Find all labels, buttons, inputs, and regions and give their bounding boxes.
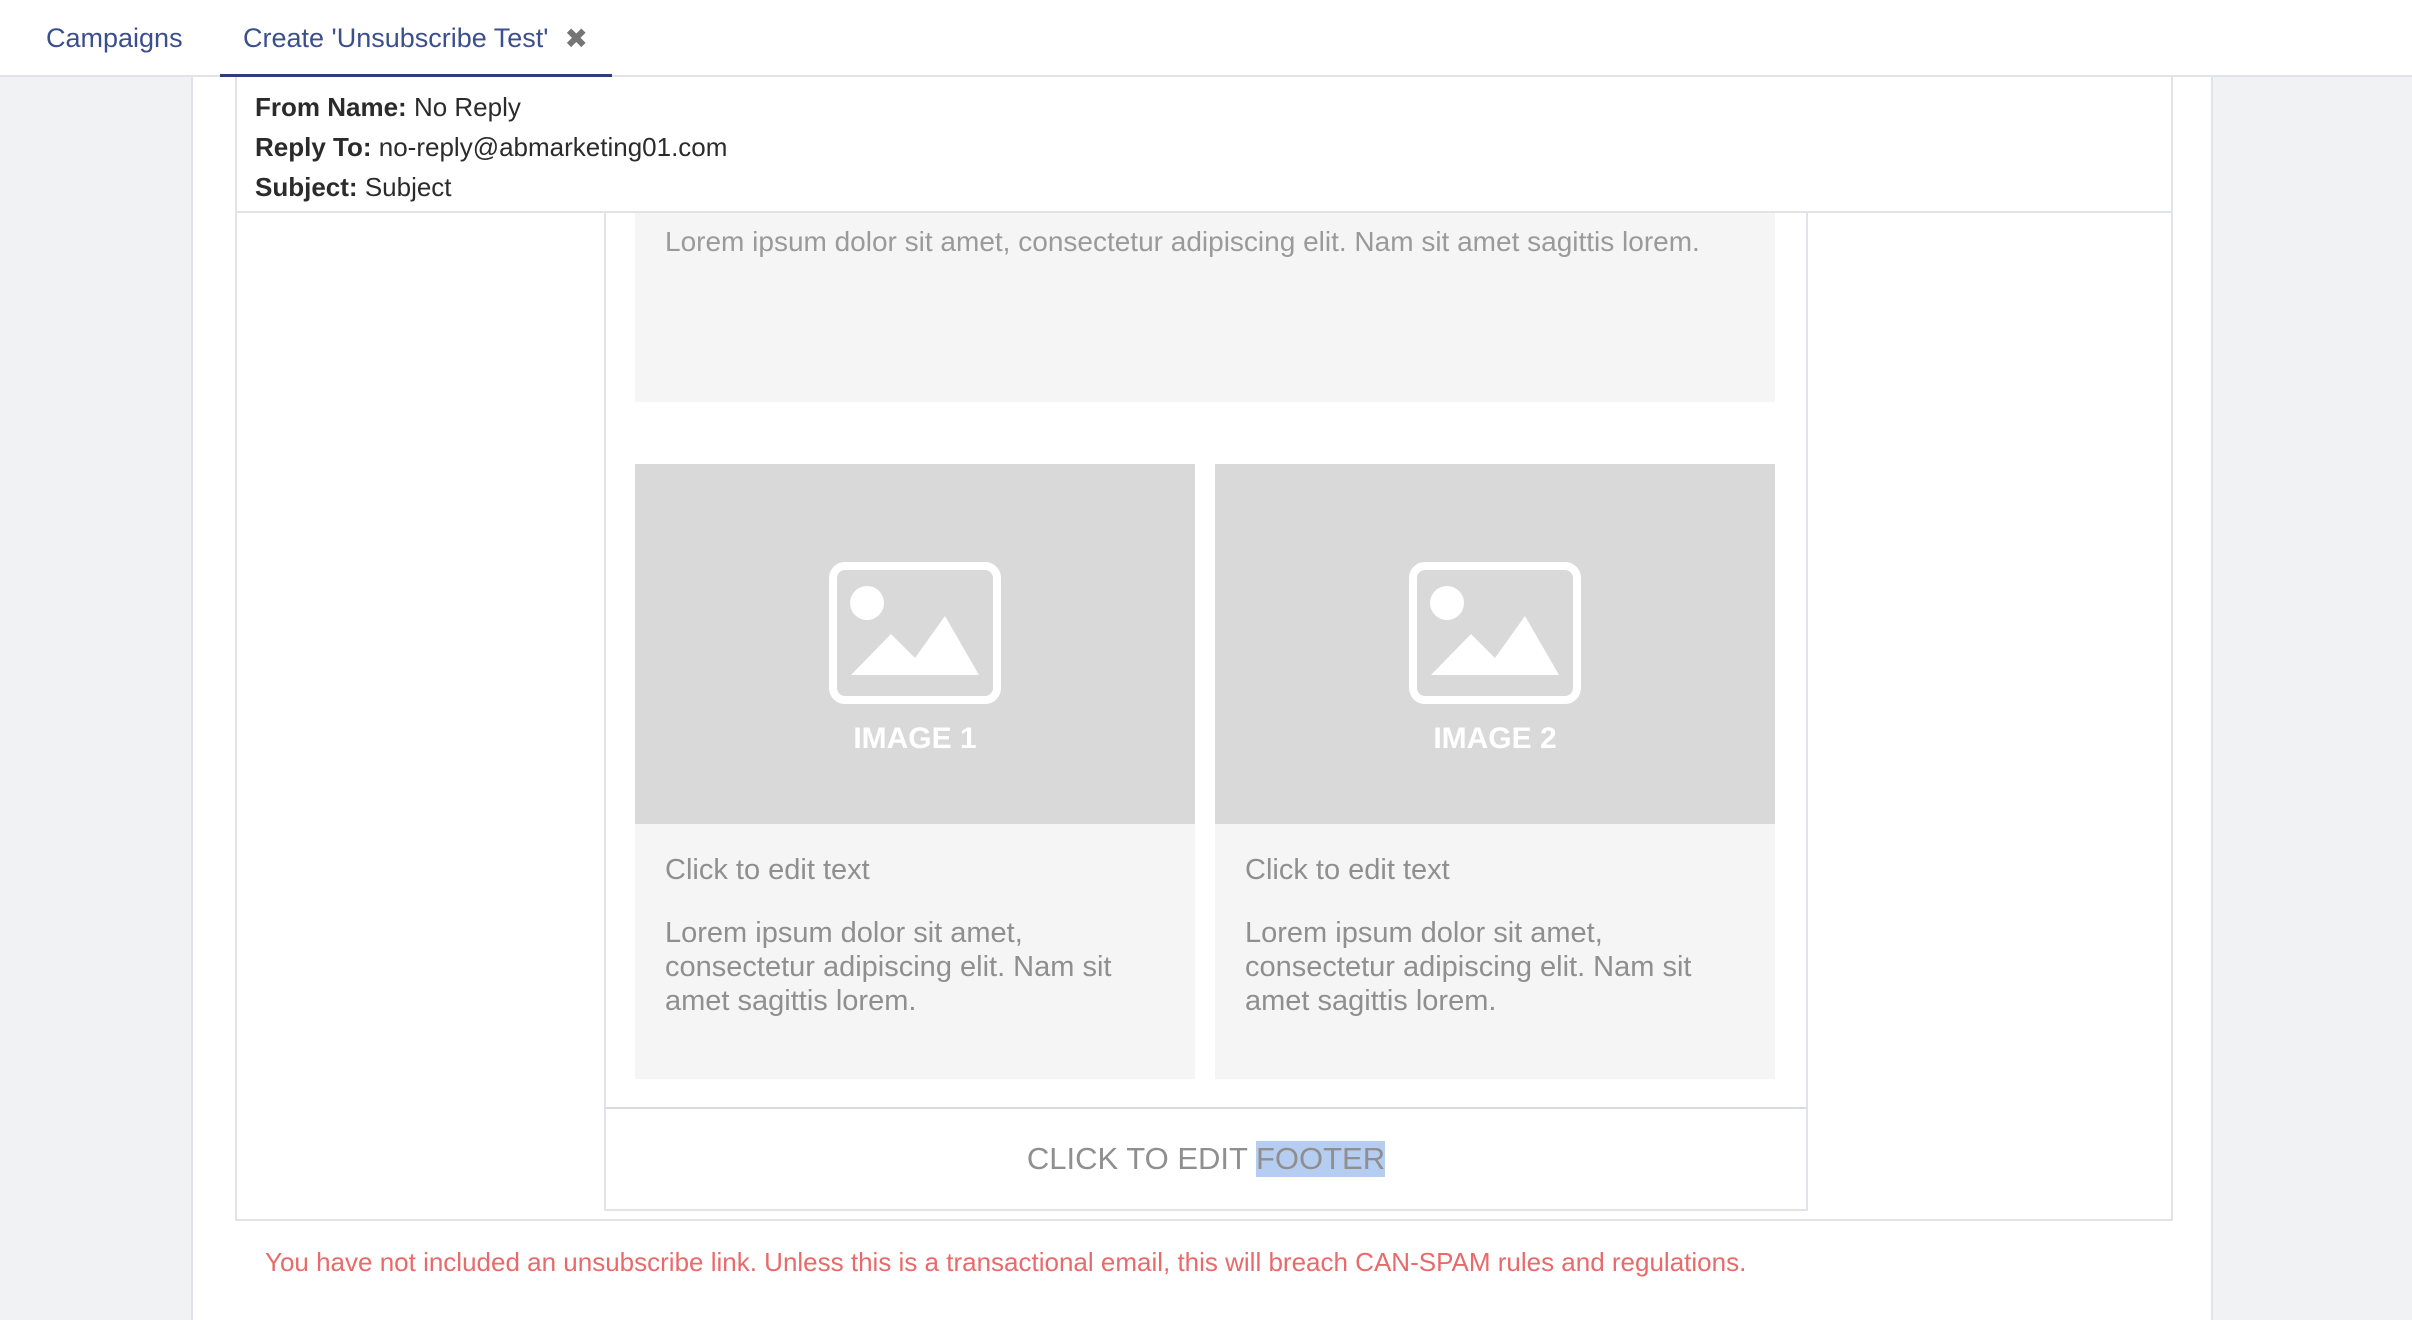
tab-create-label: Create 'Unsubscribe Test' <box>243 23 549 53</box>
image-label-1: IMAGE 1 <box>853 722 977 755</box>
from-name-value: No Reply <box>413 92 521 122</box>
column-1-heading[interactable]: Click to edit text <box>665 854 870 887</box>
close-icon[interactable]: ✖ <box>564 24 587 53</box>
email-meta-header: From Name: No Reply Reply To: no-reply@a… <box>237 77 2171 213</box>
image-placeholder-2[interactable]: IMAGE 2 <box>1215 464 1775 824</box>
main-panel: From Name: No Reply Reply To: no-reply@a… <box>191 77 2213 1320</box>
column-1-body[interactable]: Lorem ipsum dolor sit amet, consectetur … <box>665 916 1165 1018</box>
image-label-2: IMAGE 2 <box>1433 722 1557 755</box>
email-footer[interactable]: CLICK TO EDIT FOOTER <box>606 1109 1806 1209</box>
tab-create-campaign[interactable]: Create 'Unsubscribe Test' ✖ <box>220 0 612 79</box>
tab-campaigns-label: Campaigns <box>46 23 183 53</box>
from-name-row: From Name: No Reply <box>255 87 2171 127</box>
tab-bar: Campaigns Create 'Unsubscribe Test' ✖ <box>0 0 2412 79</box>
subject-label: Subject: <box>255 172 358 202</box>
tab-campaigns[interactable]: Campaigns <box>46 0 183 77</box>
subject-value: Subject <box>364 172 452 202</box>
unsubscribe-warning: You have not included an unsubscribe lin… <box>265 1247 1747 1277</box>
footer-selected-text[interactable]: FOOTER <box>1255 1141 1386 1177</box>
text-block[interactable]: Lorem ipsum dolor sit amet, consectetur … <box>635 209 1775 402</box>
text-block-body[interactable]: Lorem ipsum dolor sit amet, consectetur … <box>665 226 1700 257</box>
email-editor-frame: From Name: No Reply Reply To: no-reply@a… <box>235 77 2173 1221</box>
content-column-1: IMAGE 1 Click to edit text Lorem ipsum d… <box>635 464 1195 1079</box>
footer-text[interactable]: CLICK TO EDIT <box>1027 1141 1248 1177</box>
image-placeholder-1[interactable]: IMAGE 1 <box>635 464 1195 824</box>
column-2-body[interactable]: Lorem ipsum dolor sit amet, consectetur … <box>1245 916 1745 1018</box>
image-placeholder-icon <box>829 562 1001 704</box>
reply-to-label: Reply To: <box>255 132 372 162</box>
column-2-heading[interactable]: Click to edit text <box>1245 854 1450 887</box>
reply-to-row: Reply To: no-reply@abmarketing01.com <box>255 127 2171 167</box>
image-placeholder-icon <box>1409 562 1581 704</box>
content-column-2: IMAGE 2 Click to edit text Lorem ipsum d… <box>1215 464 1775 1079</box>
reply-to-value: no-reply@abmarketing01.com <box>378 132 728 162</box>
from-name-label: From Name: <box>255 92 407 122</box>
email-canvas: Lorem ipsum dolor sit amet, consectetur … <box>604 209 1808 1211</box>
subject-row: Subject: Subject <box>255 167 2171 207</box>
